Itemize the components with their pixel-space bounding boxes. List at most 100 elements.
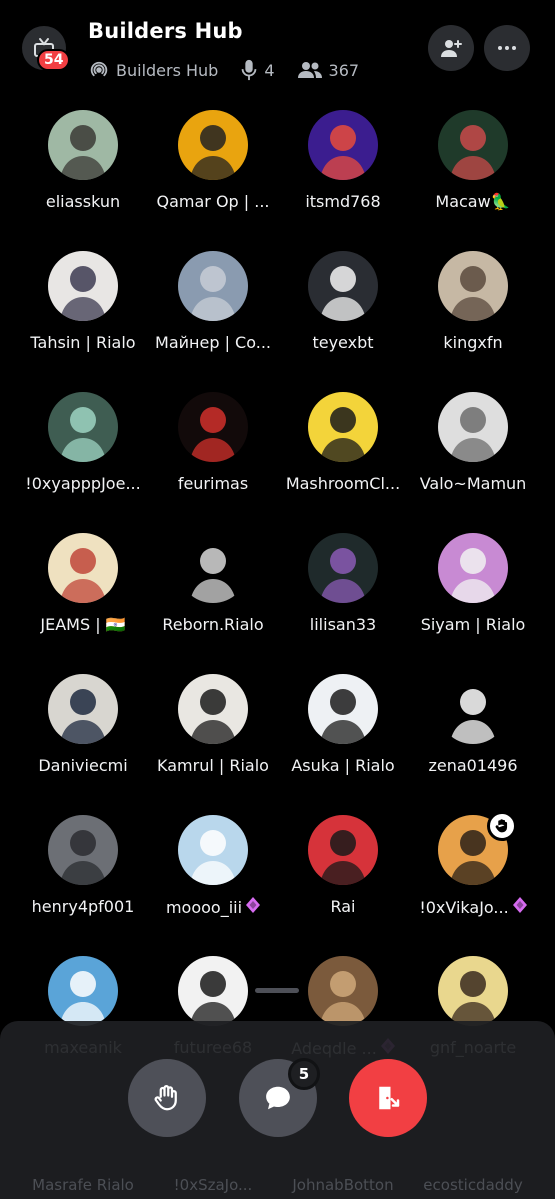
participant-tile[interactable]: Майнер | Co... bbox=[148, 247, 278, 388]
participant-tile[interactable]: Macaw🦜 bbox=[408, 106, 538, 247]
avatar[interactable] bbox=[308, 533, 378, 603]
avatar[interactable] bbox=[48, 674, 118, 744]
avatar[interactable] bbox=[308, 815, 378, 885]
more-dots-icon bbox=[498, 46, 516, 50]
participant-name-text: Daniviecmi bbox=[38, 756, 128, 775]
avatar[interactable] bbox=[308, 956, 378, 1026]
avatar[interactable] bbox=[48, 956, 118, 1026]
participant-name: zena01496 bbox=[409, 756, 537, 775]
participant-name: !0xVikaJo... bbox=[409, 897, 537, 917]
avatar[interactable] bbox=[308, 674, 378, 744]
participant-name-text: Rai bbox=[330, 897, 356, 916]
participant-name: kingxfn bbox=[409, 333, 537, 352]
participant-tile[interactable]: !0xVikaJo... bbox=[408, 811, 538, 952]
participant-tile[interactable]: itsmd768 bbox=[278, 106, 408, 247]
sheet-grabber[interactable] bbox=[255, 988, 299, 993]
participant-name-text: feurimas bbox=[177, 474, 249, 493]
participant-name: Kamrul | Rialo bbox=[149, 756, 277, 775]
avatar[interactable] bbox=[48, 110, 118, 180]
avatar[interactable] bbox=[178, 110, 248, 180]
leave-door-icon bbox=[379, 1086, 400, 1110]
participant-tile[interactable]: henry4pf001 bbox=[18, 811, 148, 952]
participant-tile[interactable]: Valo~Mamun bbox=[408, 388, 538, 529]
participant-tile[interactable]: Daniviecmi bbox=[18, 670, 148, 811]
participant-name: teyexbt bbox=[279, 333, 407, 352]
participant-name-text: Reborn.Rialo bbox=[162, 615, 264, 634]
avatar[interactable] bbox=[438, 110, 508, 180]
avatar[interactable] bbox=[48, 251, 118, 321]
avatar[interactable] bbox=[308, 392, 378, 462]
raised-hand-icon bbox=[487, 811, 517, 841]
avatar[interactable] bbox=[178, 956, 248, 1026]
participant-tile[interactable]: Kamrul | Rialo bbox=[148, 670, 278, 811]
participant-name-text: Siyam | Rialo bbox=[420, 615, 526, 634]
participant-name: MashroomCl... bbox=[279, 474, 407, 493]
participant-tile[interactable]: zena01496 bbox=[408, 670, 538, 811]
avatar[interactable] bbox=[308, 251, 378, 321]
participant-name-text: Qamar Op | ... bbox=[156, 192, 270, 211]
participant-tile[interactable]: Reborn.Rialo bbox=[148, 529, 278, 670]
avatar[interactable] bbox=[178, 251, 248, 321]
avatar[interactable] bbox=[178, 392, 248, 462]
participant-name: Siyam | Rialo bbox=[409, 615, 537, 634]
participant-name-text: zena01496 bbox=[428, 756, 518, 775]
avatar[interactable] bbox=[48, 533, 118, 603]
participant-tile[interactable]: Qamar Op | ... bbox=[148, 106, 278, 247]
participant-tile[interactable]: Siyam | Rialo bbox=[408, 529, 538, 670]
participant-name: Macaw🦜 bbox=[409, 192, 537, 211]
participant-tile[interactable]: Tahsin | Rialo bbox=[18, 247, 148, 388]
invite-button[interactable] bbox=[428, 25, 474, 71]
speakers-count: 4 bbox=[264, 60, 275, 80]
raise-hand-button[interactable] bbox=[128, 1059, 206, 1137]
microphone-icon bbox=[240, 59, 258, 81]
stage-info: Builders Hub 4 367 bbox=[88, 58, 359, 82]
participant-tile[interactable]: kingxfn bbox=[408, 247, 538, 388]
participant-tile[interactable]: JEAMS | 🇮🇳 bbox=[18, 529, 148, 670]
leave-stage-button[interactable] bbox=[349, 1059, 427, 1137]
chat-bubble-icon bbox=[266, 1086, 290, 1110]
participant-name-text: !0xVikaJo... bbox=[419, 897, 509, 917]
participant-tile[interactable]: eliasskun bbox=[18, 106, 148, 247]
avatar[interactable] bbox=[438, 392, 508, 462]
avatar[interactable] bbox=[48, 815, 118, 885]
participant-name: moooo_iii bbox=[149, 897, 277, 917]
participant-tile[interactable]: Rai bbox=[278, 811, 408, 952]
participant-tile[interactable]: teyexbt bbox=[278, 247, 408, 388]
notification-badge: 54 bbox=[37, 49, 71, 71]
avatar[interactable] bbox=[308, 110, 378, 180]
avatar[interactable] bbox=[178, 533, 248, 603]
avatar[interactable] bbox=[438, 956, 508, 1026]
participant-tile[interactable]: !0xyapppJoe... bbox=[18, 388, 148, 529]
participant-name: Qamar Op | ... bbox=[149, 192, 277, 211]
participant-name-text: kingxfn bbox=[443, 333, 503, 352]
participant-name-text: Tahsin | Rialo bbox=[30, 333, 136, 352]
participant-tile[interactable]: feurimas bbox=[148, 388, 278, 529]
avatar[interactable] bbox=[178, 674, 248, 744]
participant-tile[interactable]: Asuka | Rialo bbox=[278, 670, 408, 811]
avatar[interactable] bbox=[438, 251, 508, 321]
participant-tile[interactable]: lilisan33 bbox=[278, 529, 408, 670]
avatar[interactable] bbox=[178, 815, 248, 885]
stage-title: Builders Hub bbox=[88, 19, 243, 43]
avatar[interactable] bbox=[438, 533, 508, 603]
participant-tile[interactable]: MashroomCl... bbox=[278, 388, 408, 529]
more-options-button[interactable] bbox=[484, 25, 530, 71]
avatar[interactable] bbox=[48, 392, 118, 462]
participant-name-text: Kamrul | Rialo bbox=[157, 756, 269, 775]
participant-name: JEAMS | 🇮🇳 bbox=[19, 615, 147, 634]
chat-unread-badge: 5 bbox=[288, 1058, 320, 1090]
participant-name: Tahsin | Rialo bbox=[19, 333, 147, 352]
hidden-participant-name: !0xSzaJo... bbox=[173, 1176, 253, 1194]
participant-name-text: MashroomCl... bbox=[285, 474, 401, 493]
stage-header: 54 Builders Hub Builders Hub 4 367 bbox=[0, 0, 555, 96]
nitro-gem-icon bbox=[246, 897, 261, 917]
hidden-participant-name: ecosticdaddy bbox=[423, 1176, 523, 1194]
participant-tile[interactable]: moooo_iii bbox=[148, 811, 278, 952]
participant-name-text: lilisan33 bbox=[309, 615, 377, 634]
participant-name: Rai bbox=[279, 897, 407, 916]
participant-name: !0xyapppJoe... bbox=[19, 474, 147, 493]
participant-name-text: Macaw🦜 bbox=[435, 192, 511, 211]
stage-broadcast-icon bbox=[88, 59, 110, 81]
avatar[interactable] bbox=[438, 674, 508, 744]
nitro-gem-icon bbox=[512, 897, 527, 917]
